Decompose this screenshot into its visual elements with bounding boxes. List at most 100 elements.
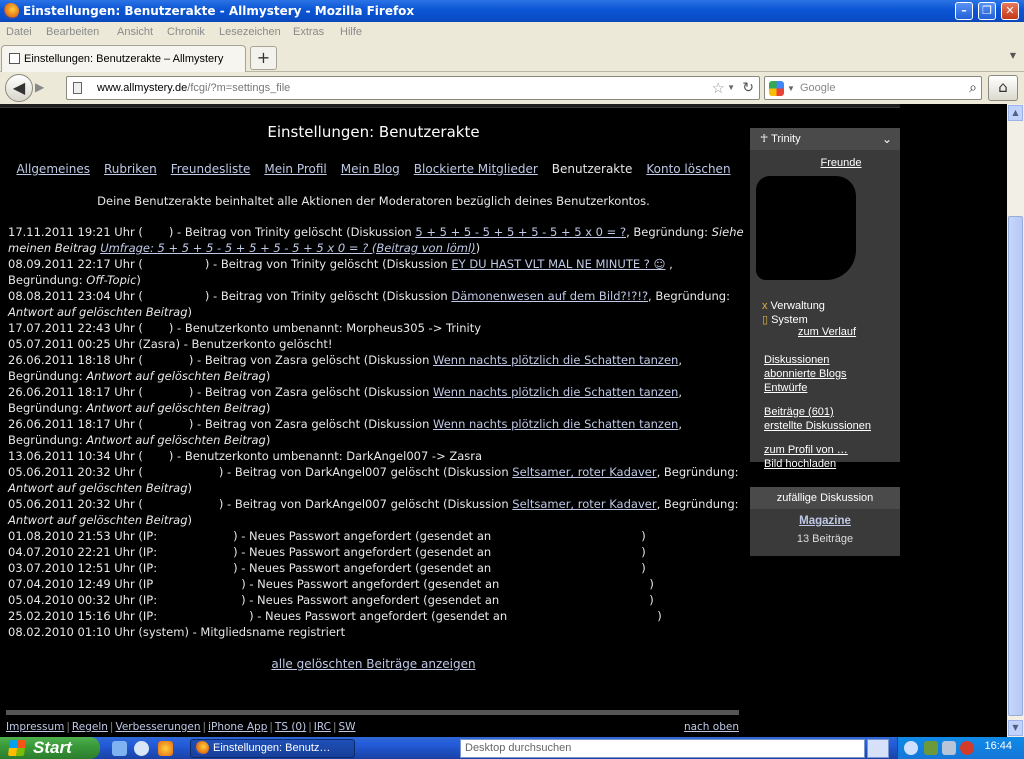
tray-volume-icon[interactable] — [942, 741, 956, 755]
page-viewport: Einstellungen: Benutzerakte Allgemeines R… — [0, 104, 1007, 737]
settings-tab-4[interactable]: Mein Blog — [341, 162, 400, 176]
url-text[interactable]: www.allmystery.de/fcgi/?m=settings_file — [97, 82, 290, 94]
random-discussion-body: Magazine 13 Beiträge — [750, 509, 900, 556]
forward-button[interactable]: ▶ — [35, 80, 44, 94]
browser-tab[interactable]: Einstellungen: Benutzerakte – Allmystery — [1, 45, 246, 72]
log-text: , — [678, 385, 682, 399]
tray-security-icon[interactable] — [960, 741, 974, 755]
quicklaunch-explorer-icon[interactable] — [112, 741, 127, 756]
footer-link[interactable]: SW — [339, 721, 356, 733]
footer-link[interactable]: IRC — [314, 721, 331, 733]
friends-link[interactable]: Freunde — [790, 157, 892, 169]
menu-ansicht[interactable]: Ansicht — [117, 26, 153, 38]
footer-link[interactable]: Impressum — [6, 721, 64, 733]
footer-link[interactable]: iPhone App — [208, 721, 267, 733]
history-link[interactable]: zum Verlauf — [798, 326, 856, 338]
quicklaunch-mediaplayer-icon[interactable] — [134, 741, 149, 756]
sidebar-link-bild-hochladen[interactable]: Bild hochladen — [764, 458, 836, 470]
footer-link[interactable]: Regeln — [72, 721, 108, 733]
menu-bearbeiten[interactable]: Bearbeiten — [46, 26, 99, 38]
footer-link[interactable]: Verbesserungen — [115, 721, 200, 733]
user-box-body: Freunde x Verwaltung ▯ System zum Verlauf … — [750, 150, 900, 470]
settings-tab-2[interactable]: Freundesliste — [171, 162, 251, 176]
scroll-down-icon[interactable]: ▼ — [1008, 720, 1023, 736]
sidebar-link-profil[interactable]: zum Profil von … — [764, 444, 848, 456]
menu-lesezeichen[interactable]: Lesezeichen — [219, 26, 281, 38]
discussion-link[interactable]: Wenn nachts plötzlich die Schatten tanze… — [433, 353, 678, 367]
redacted-avatar — [756, 176, 856, 280]
log-text: ) - Neues Passwort angefordert (gesendet… — [233, 545, 492, 559]
url-bar[interactable]: www.allmystery.de/fcgi/?m=settings_file … — [66, 76, 760, 100]
taskbar-firefox-button[interactable]: Einstellungen: Benutz… — [190, 739, 355, 758]
discussion-link[interactable]: 5 + 5 + 5 - 5 + 5 + 5 - 5 + 5 x 0 = ? — [415, 225, 626, 239]
sidebar-link-abonnierte-blogs[interactable]: abonnierte Blogs — [764, 368, 847, 380]
quicklaunch-firefox-icon[interactable] — [158, 741, 173, 756]
settings-tab-1[interactable]: Rubriken — [104, 162, 157, 176]
user-box-header[interactable]: ☥ Trinity ⌄ — [750, 128, 900, 150]
log-line: 17.11.2011 19:21 Uhr () - Beitrag von Tr… — [8, 224, 744, 240]
site-identity-icon[interactable] — [73, 82, 82, 94]
sidebar-link-entwuerfe[interactable]: Entwürfe — [764, 382, 807, 394]
footer-separator: | — [269, 721, 273, 733]
sidebar-link-beitraege[interactable]: Beiträge (601) — [764, 406, 834, 418]
back-button[interactable]: ◀ — [5, 74, 33, 102]
settings-tab-5[interactable]: Blockierte Mitglieder — [414, 162, 538, 176]
search-bar[interactable]: ▼ Google ⌕ — [764, 76, 982, 100]
restore-button[interactable]: ❐ — [978, 2, 996, 20]
show-all-deleted-posts-link[interactable]: alle gelöschten Beiträge anzeigen — [6, 657, 741, 671]
log-text: 08.08.2011 23:04 Uhr ( — [8, 289, 143, 303]
home-button[interactable]: ⌂ — [988, 75, 1018, 101]
settings-tab-0[interactable]: Allgemeines — [16, 162, 90, 176]
footer-divider — [6, 710, 739, 715]
url-history-dropdown-icon[interactable]: ▼ — [727, 83, 735, 92]
chevron-down-icon[interactable]: ⌄ — [882, 128, 892, 150]
discussion-link[interactable]: Wenn nachts plötzlich die Schatten tanze… — [433, 385, 678, 399]
discussion-link[interactable]: Seltsamer, roter Kadaver — [512, 497, 656, 511]
discussion-link[interactable]: Wenn nachts plötzlich die Schatten tanze… — [433, 417, 678, 431]
discussion-link[interactable]: EY DU HAST VLT MAL NE MINUTE ? ☺ — [451, 257, 665, 271]
tray-expand-icon[interactable] — [904, 741, 918, 755]
footer-links: Impressum | Regeln | Verbesserungen | iPhone A… — [6, 721, 356, 733]
desktop-search-input[interactable]: Desktop durchsuchen — [460, 739, 865, 758]
log-text: ) - Neues Passwort angefordert (gesendet… — [241, 577, 500, 591]
bookmark-star-icon[interactable]: ☆ — [712, 79, 725, 97]
settings-tab-3[interactable]: Mein Profil — [264, 162, 326, 176]
random-discussion-link[interactable]: Magazine — [799, 515, 851, 527]
new-tab-button[interactable]: + — [250, 46, 277, 70]
page-scrollbar[interactable]: ▲ ▼ — [1007, 104, 1024, 737]
discussion-link[interactable]: Dämonenwesen auf dem Bild?!?!? — [451, 289, 648, 303]
log-text: ) - Beitrag von DarkAngel007 gelöscht (D… — [218, 465, 513, 479]
sidebar-link-erstellte-diskussionen[interactable]: erstellte Diskussionen — [764, 420, 871, 432]
minimize-button[interactable]: – — [955, 2, 973, 20]
menu-hilfe[interactable]: Hilfe — [340, 26, 362, 38]
log-text: , Begründung: — [656, 497, 739, 511]
menu-extras[interactable]: Extras — [293, 26, 324, 38]
tray-network-icon[interactable] — [924, 741, 938, 755]
sidebar-link-diskussionen[interactable]: Diskussionen — [764, 354, 829, 366]
back-to-top-link[interactable]: nach oben — [684, 721, 739, 733]
google-engine-icon[interactable] — [769, 81, 784, 96]
menu-datei[interactable]: Datei — [6, 26, 32, 38]
tab-list-icon[interactable]: ▼ — [1010, 51, 1016, 60]
log-text: ) — [265, 401, 271, 415]
post-link[interactable]: Umfrage: 5 + 5 + 5 - 5 + 5 + 5 - 5 + 5 x… — [100, 241, 475, 255]
footer-link[interactable]: TS (0) — [275, 721, 306, 733]
scroll-up-icon[interactable]: ▲ — [1008, 105, 1023, 121]
role-verwaltung: x Verwaltung — [762, 300, 825, 312]
scrollbar-thumb[interactable] — [1008, 216, 1023, 716]
random-discussion-box: zufällige Diskussion Magazine 13 Beiträg… — [750, 487, 900, 556]
close-button[interactable]: ✕ — [1001, 2, 1019, 20]
discussion-link[interactable]: Seltsamer, roter Kadaver — [512, 465, 656, 479]
menu-chronik[interactable]: Chronik — [167, 26, 205, 38]
search-icon[interactable]: ⌕ — [969, 79, 977, 96]
system-tray: 16:44 — [897, 737, 1024, 759]
log-text: 07.04.2010 12:49 Uhr (IP — [8, 577, 154, 591]
desktop-search-icon[interactable]: ⌕ — [867, 739, 889, 758]
log-line: Antwort auf gelöschten Beitrag) — [8, 512, 738, 528]
engine-dropdown-icon[interactable]: ▼ — [787, 84, 795, 93]
log-text: 05.06.2011 20:32 Uhr ( — [8, 465, 143, 479]
reload-icon[interactable]: ↻ — [742, 79, 754, 96]
log-text: , — [665, 257, 673, 271]
settings-tab-7[interactable]: Konto löschen — [646, 162, 730, 176]
start-button[interactable]: Start — [0, 737, 100, 759]
